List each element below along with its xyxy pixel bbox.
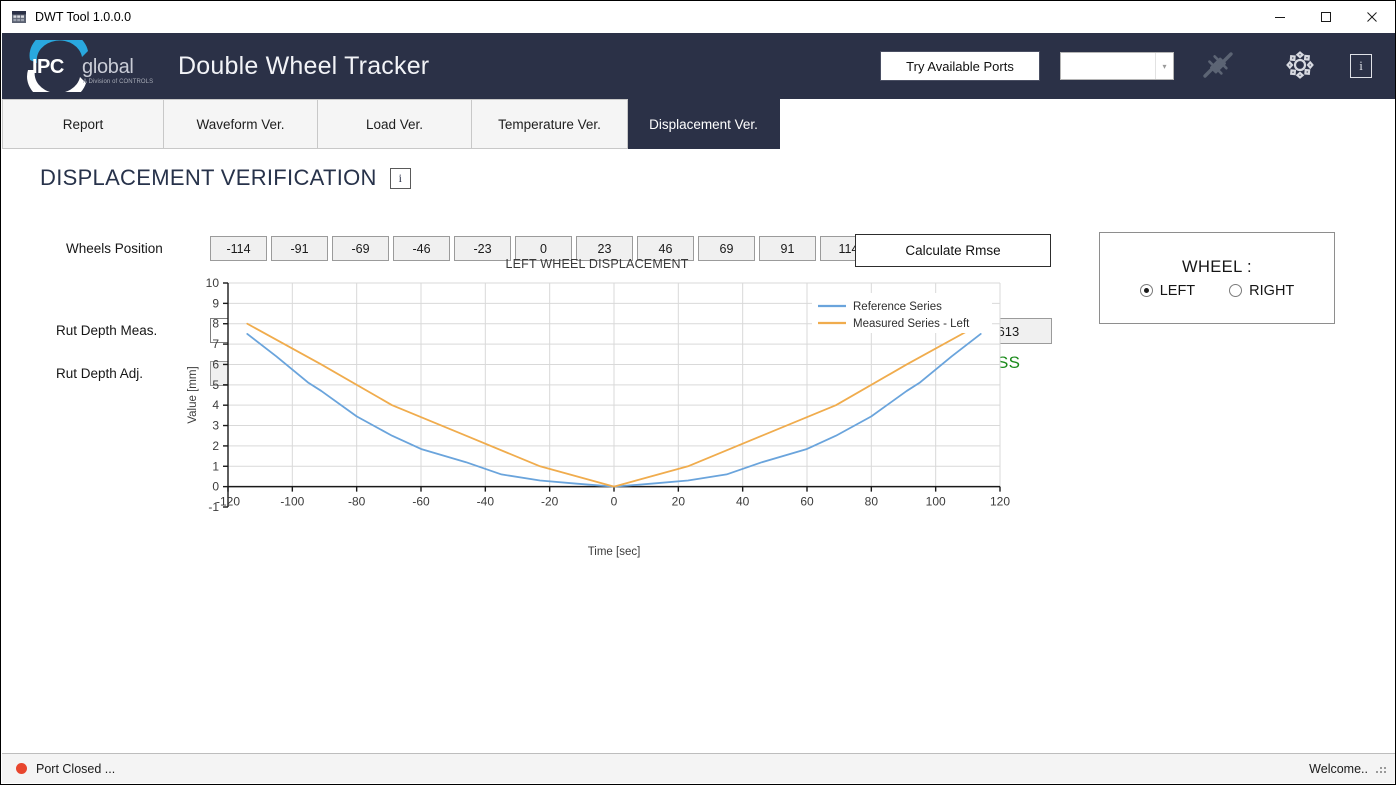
resize-grip-icon[interactable] (1376, 763, 1388, 775)
app-header: IPC global A Division of CONTROLS Double… (2, 33, 1396, 99)
x-tick-label: 100 (926, 495, 946, 509)
window-title-bar: DWT Tool 1.0.0.0 (1, 1, 1395, 34)
app-title: Double Wheel Tracker (178, 52, 429, 81)
tab-report[interactable]: Report (2, 99, 164, 149)
x-tick-label: 60 (800, 495, 814, 509)
window-title-text: DWT Tool 1.0.0.0 (35, 10, 131, 24)
x-tick-label: -100 (280, 495, 304, 509)
page-title-row: DISPLACEMENT VERIFICATION i (40, 165, 411, 191)
y-tick-label: 10 (206, 276, 220, 290)
y-tick-label: 8 (212, 317, 219, 331)
minimize-button[interactable] (1257, 1, 1303, 33)
displacement-verification-panel: DISPLACEMENT VERIFICATION i Wheels Posit… (2, 151, 1396, 755)
x-tick-label: 120 (990, 495, 1010, 509)
wheel-radio-right-label: RIGHT (1249, 283, 1294, 299)
chart-title: LEFT WHEEL DISPLACEMENT (182, 257, 1012, 271)
header-actions: Try Available Ports ▾ (880, 41, 1396, 91)
wheel-radio-left[interactable]: LEFT (1140, 283, 1195, 299)
ipc-global-logo: IPC global A Division of CONTROLS (16, 40, 156, 92)
info-icon: i (1350, 54, 1372, 78)
x-tick-label: 40 (736, 495, 750, 509)
application-window: DWT Tool 1.0.0.0 IPC global A Division o… (0, 0, 1396, 785)
window-controls (1257, 1, 1395, 33)
x-tick-label: -60 (412, 495, 430, 509)
x-tick-label: -120 (216, 495, 240, 509)
status-bar: Port Closed ... Welcome.. (2, 753, 1396, 783)
y-tick-label: 7 (212, 337, 219, 351)
info-icon-glyph: i (1359, 58, 1363, 74)
rut-depth-meas-label: Rut Depth Meas. (56, 323, 157, 338)
y-tick-label: 6 (212, 357, 219, 371)
app-icon (11, 9, 27, 25)
wheel-radio-group: LEFT RIGHT (1140, 283, 1295, 299)
tab-bar: Report Waveform Ver. Load Ver. Temperatu… (2, 99, 1396, 152)
svg-text:A Division of CONTROLS: A Division of CONTROLS (83, 79, 153, 85)
tab-temperature-ver[interactable]: Temperature Ver. (472, 99, 628, 149)
try-available-ports-button[interactable]: Try Available Ports (880, 51, 1040, 81)
rut-depth-adj-label: Rut Depth Adj. (56, 366, 143, 381)
y-tick-label: 3 (212, 419, 219, 433)
wheel-radio-right[interactable]: RIGHT (1229, 283, 1294, 299)
page-title: DISPLACEMENT VERIFICATION (40, 165, 377, 191)
tab-load-ver[interactable]: Load Ver. (318, 99, 472, 149)
x-tick-label: -20 (541, 495, 559, 509)
tab-waveform-ver[interactable]: Waveform Ver. (164, 99, 318, 149)
tab-displacement-ver[interactable]: Displacement Ver. (628, 99, 780, 149)
about-button[interactable]: i (1344, 41, 1378, 91)
wheels-position-label: Wheels Position (66, 241, 163, 256)
wheel-radio-left-label: LEFT (1160, 283, 1195, 299)
maximize-button[interactable] (1303, 1, 1349, 33)
settings-button[interactable] (1274, 41, 1326, 91)
status-message: Port Closed ... (36, 762, 115, 776)
x-tick-label: 20 (672, 495, 686, 509)
x-tick-label: -80 (348, 495, 366, 509)
page-info-icon[interactable]: i (390, 168, 411, 189)
status-right-group: Welcome.. (1309, 762, 1396, 776)
y-tick-label: 5 (212, 378, 219, 392)
plug-icon (1201, 50, 1235, 83)
y-tick-label: 4 (212, 398, 219, 412)
svg-text:global: global (82, 56, 134, 78)
legend-label-1: Measured Series - Left (853, 318, 970, 330)
port-select[interactable]: ▾ (1060, 52, 1174, 80)
chevron-down-icon: ▾ (1155, 53, 1173, 79)
plug-icon-button[interactable] (1192, 41, 1244, 91)
port-select-value (1061, 53, 1155, 79)
x-tick-label: -40 (477, 495, 495, 509)
y-axis-label: Value [mm] (187, 366, 199, 423)
x-axis-label: Time [sec] (588, 546, 641, 558)
welcome-message: Welcome.. (1309, 762, 1368, 776)
wheel-selection-panel: WHEEL : LEFT RIGHT (1099, 232, 1335, 324)
y-tick-label: 1 (212, 459, 219, 473)
window-title-group: DWT Tool 1.0.0.0 (1, 9, 1257, 25)
radio-checked-icon (1140, 284, 1153, 297)
y-tick-label: 2 (212, 439, 219, 453)
port-status-indicator (16, 763, 27, 774)
displacement-chart: LEFT WHEEL DISPLACEMENT -1012345678910-1… (182, 257, 1012, 587)
y-tick-label: 0 (212, 480, 219, 494)
close-button[interactable] (1349, 1, 1395, 33)
tab-bar-filler (780, 99, 1396, 149)
gear-icon (1284, 49, 1316, 84)
svg-text:IPC: IPC (32, 56, 64, 78)
legend-label-0: Reference Series (853, 301, 942, 313)
y-tick-label: 9 (212, 296, 219, 310)
x-tick-label: 80 (865, 495, 879, 509)
wheel-panel-title: WHEEL : (1182, 258, 1252, 277)
radio-unchecked-icon (1229, 284, 1242, 297)
chart-canvas: -1012345678910-120-100-80-60-40-20020406… (182, 275, 1012, 575)
x-tick-label: 0 (611, 495, 618, 509)
